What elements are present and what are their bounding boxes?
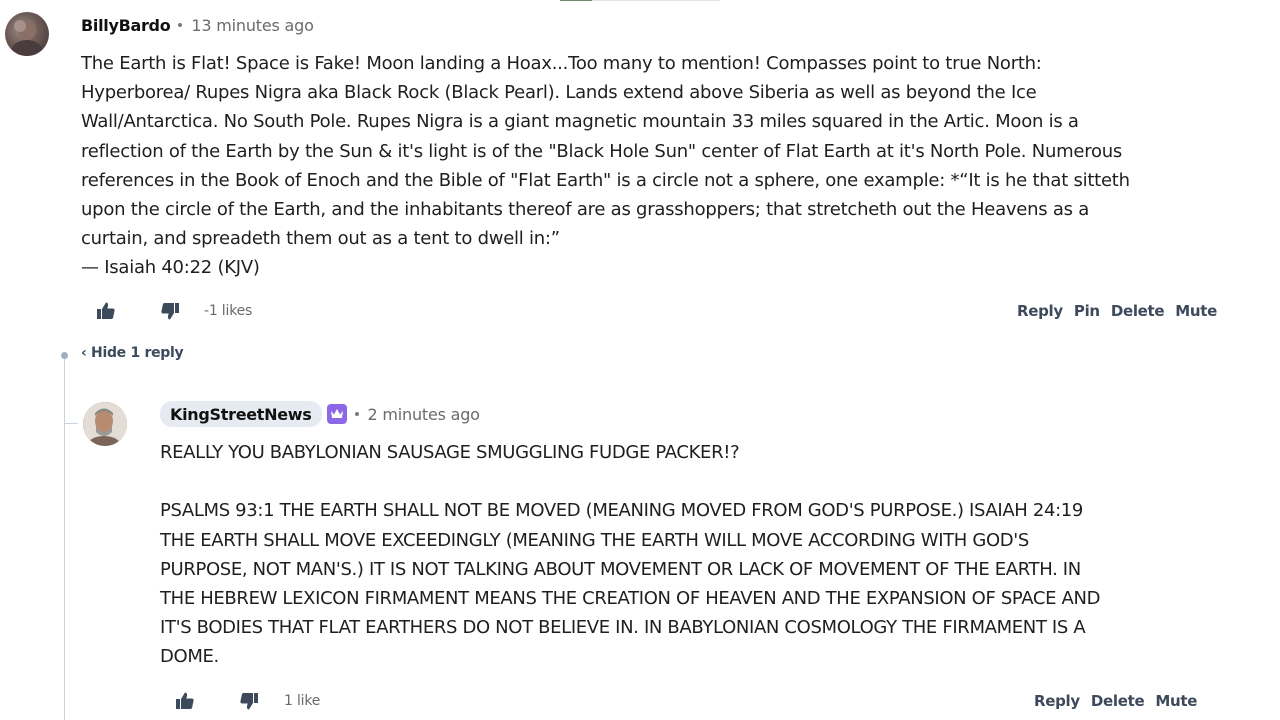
dislike-button[interactable] xyxy=(238,690,260,712)
like-button[interactable] xyxy=(95,300,117,322)
thumbs-up-icon xyxy=(97,302,115,319)
separator-dot xyxy=(178,23,183,27)
delete-button[interactable]: Delete xyxy=(1091,692,1145,710)
comment-line: curtain, and spreadeth them out as a ten… xyxy=(81,228,560,250)
mute-button[interactable]: Mute xyxy=(1175,302,1217,320)
comment-line: PURPOSE, NOT MAN'S.) IT IS NOT TALKING A… xyxy=(160,558,1081,580)
reply-button[interactable]: Reply xyxy=(1017,302,1063,320)
comment-header: BillyBardo 13 minutes ago xyxy=(81,14,314,36)
like-count: 1 like xyxy=(284,693,321,709)
thumbs-up-icon xyxy=(176,692,194,709)
vote-bar: 1 like xyxy=(174,690,320,712)
comment-header: KingStreetNews 2 minutes ago xyxy=(160,401,480,427)
comment-actions: Reply Pin Delete Mute xyxy=(1017,300,1217,322)
avatar-photo xyxy=(11,20,43,56)
delete-button[interactable]: Delete xyxy=(1111,302,1165,320)
comment-line: Wall/Antarctica. No South Pole. Rupes Ni… xyxy=(81,111,1079,133)
thread-line xyxy=(64,356,65,720)
comment-line: THE EARTH SHALL MOVE EXCEEDINGLY (MEANIN… xyxy=(160,529,1029,551)
comment-line: reflection of the Earth by the Sun & it'… xyxy=(81,140,1123,162)
timestamp: 13 minutes ago xyxy=(191,15,314,35)
comment-body: REALLY YOU BABYLONIAN SAUSAGE SMUGGLING … xyxy=(160,438,1220,672)
like-count: -1 likes xyxy=(204,303,253,319)
dislike-button[interactable] xyxy=(159,300,181,322)
thumbs-down-icon xyxy=(240,693,258,710)
author-pill[interactable]: KingStreetNews xyxy=(160,401,322,427)
comment-line: references in the Book of Enoch and the … xyxy=(81,169,1130,191)
mute-button[interactable]: Mute xyxy=(1155,692,1197,710)
separator-dot xyxy=(354,412,359,416)
comment-line: Hyperborea/ Rupes Nigra aka Black Rock (… xyxy=(81,82,1037,104)
comment-actions: Reply Delete Mute xyxy=(1034,690,1197,712)
thread-dot xyxy=(61,352,68,359)
reply-button[interactable]: Reply xyxy=(1034,692,1080,710)
comment-line: THE HEBREW LEXICON FIRMAMENT MEANS THE C… xyxy=(160,588,1101,609)
timestamp: 2 minutes ago xyxy=(367,404,480,424)
avatar-photo xyxy=(83,402,127,446)
author-name: KingStreetNews xyxy=(170,404,312,424)
top-divider xyxy=(560,0,720,1)
avatar[interactable] xyxy=(83,402,127,446)
pin-button[interactable]: Pin xyxy=(1074,302,1100,320)
subscriber-badge xyxy=(326,404,347,424)
thumbs-down-icon xyxy=(161,303,179,320)
comment-line: REALLY YOU BABYLONIAN SAUSAGE SMUGGLING … xyxy=(160,442,740,463)
crown-icon xyxy=(330,409,343,418)
comment-line: — Isaiah 40:22 (KJV) xyxy=(81,257,260,279)
hide-replies-button[interactable]: ‹ Hide 1 reply xyxy=(81,345,184,361)
vote-bar: -1 likes xyxy=(95,300,252,322)
comment-line: The Earth is Flat! Space is Fake! Moon l… xyxy=(81,53,1042,74)
avatar[interactable] xyxy=(5,12,49,56)
comment-line: upon the circle of the Earth, and the in… xyxy=(81,199,1089,221)
comment-line: IT'S BODIES THAT FLAT EARTHERS DO NOT BE… xyxy=(160,617,1086,639)
comment-body: The Earth is Flat! Space is Fake! Moon l… xyxy=(81,49,1201,283)
comment-line: DOME. xyxy=(160,646,219,668)
author-name[interactable]: BillyBardo xyxy=(81,16,171,35)
thread-branch xyxy=(65,423,78,424)
like-button[interactable] xyxy=(174,690,196,712)
comment-line: PSALMS 93:1 THE EARTH SHALL NOT BE MOVED… xyxy=(160,500,1083,522)
top-divider-accent xyxy=(560,0,592,1)
